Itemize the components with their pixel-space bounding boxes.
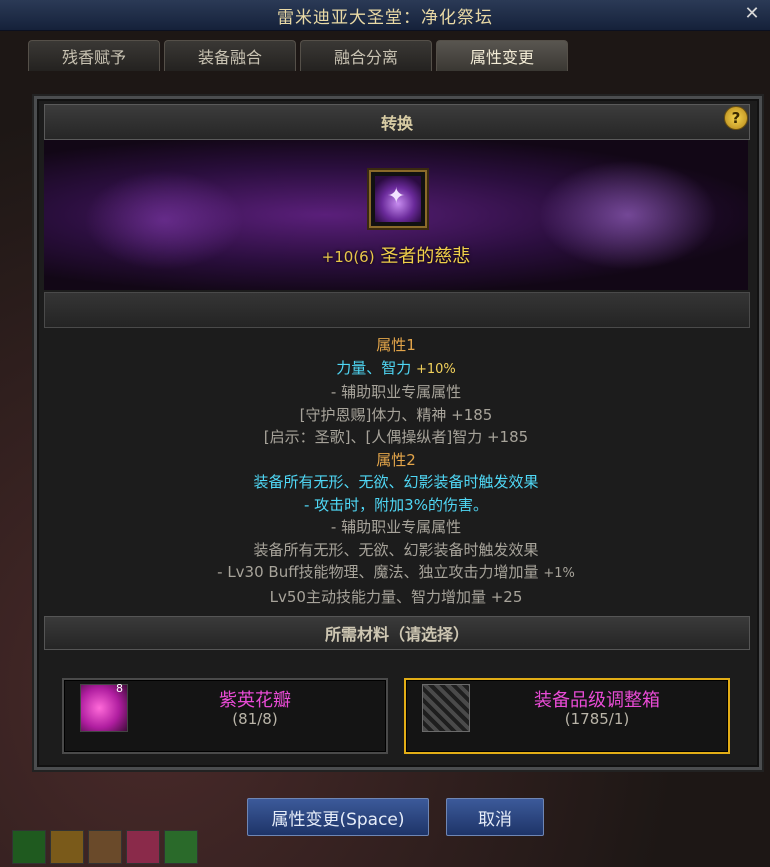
- tab-fragrance[interactable]: 残香赋予: [28, 40, 160, 71]
- material-name: 装备品级调整箱: [534, 690, 660, 711]
- attr2-line4: Lv50主动技能力量、智力增加量 +25: [269, 587, 523, 606]
- item-name-line: +10(6) 圣者的慈悲: [44, 242, 748, 268]
- divider-bar: [44, 292, 750, 328]
- attr1-line1: - 辅助职业专属属性: [330, 383, 462, 401]
- quick-slot-3-icon[interactable]: [88, 830, 122, 864]
- materials-header: 所需材料（请选择）: [44, 616, 750, 650]
- property-list: 属性1 力量、智力 +10% - 辅助职业专属属性 [守护恩赐]体力、精神 +1…: [44, 334, 748, 608]
- item-icon: [375, 176, 421, 222]
- cancel-button[interactable]: 取消: [446, 798, 544, 836]
- tab-fusion-separation[interactable]: 融合分离: [300, 40, 432, 71]
- attr1-main: 力量、智力 +10%: [44, 357, 748, 382]
- attr1-main-value: +10%: [416, 361, 456, 377]
- attr2-line3-value: +1%: [543, 566, 575, 581]
- window-title-bar[interactable]: 雷米迪亚大圣堂：净化祭坛 ✕: [0, 0, 770, 31]
- material-slot-petal[interactable]: 8 紫英花瓣 (81/8): [62, 678, 388, 754]
- attr1-line2: [守护恩赐]体力、精神 +185: [299, 405, 493, 424]
- attr2-line2: 装备所有无形、无欲、幻影装备时触发效果: [253, 540, 539, 559]
- item-banner: +10(6) 圣者的慈悲: [44, 140, 748, 290]
- quick-slot-bar: [12, 830, 198, 864]
- attr2-line1: - 辅助职业专属属性: [330, 518, 462, 536]
- attr1-main-text: 力量、智力: [336, 358, 412, 377]
- tab-bar: 残香赋予 装备融合 融合分离 属性变更: [28, 40, 568, 71]
- material-slot-box[interactable]: 装备品级调整箱 (1785/1): [404, 678, 730, 754]
- quick-slot-1-icon[interactable]: [12, 830, 46, 864]
- window-title: 雷米迪亚大圣堂：净化祭坛: [277, 7, 493, 28]
- materials-title: 所需材料（请选择）: [324, 625, 469, 644]
- section-title: 转换: [380, 114, 413, 133]
- attribute-change-button[interactable]: 属性变更(Space): [247, 798, 429, 836]
- help-icon[interactable]: ?: [724, 106, 748, 130]
- tab-attribute-change[interactable]: 属性变更: [436, 40, 568, 71]
- quick-slot-5-icon[interactable]: [164, 830, 198, 864]
- tab-equipment-fusion[interactable]: 装备融合: [164, 40, 296, 71]
- item-slot[interactable]: [369, 170, 427, 228]
- material-name: 紫英花瓣: [219, 690, 291, 711]
- attr1-line3: [启示：圣歌]、[人偶操纵者]智力 +185: [263, 428, 529, 446]
- attr2-line3-text: - Lv30 Buff技能物理、魔法、独立攻击力增加量: [217, 563, 539, 581]
- attr1-label: 属性1: [376, 336, 416, 354]
- material-count: (81/8): [232, 710, 278, 728]
- section-header: 转换: [44, 104, 750, 140]
- material-count: (1785/1): [564, 710, 630, 728]
- attr2-line3: - Lv30 Buff技能物理、魔法、独立攻击力增加量 +1%: [44, 561, 748, 586]
- quick-slot-4-icon[interactable]: [126, 830, 160, 864]
- attr2-label: 属性2: [376, 450, 416, 469]
- material-badge: 8: [116, 682, 123, 695]
- attr2-main1: 装备所有无形、无欲、幻影装备时触发效果: [253, 473, 539, 491]
- quick-slot-2-icon[interactable]: [50, 830, 84, 864]
- adjust-box-icon: [422, 684, 470, 732]
- item-name: 圣者的慈悲: [380, 246, 471, 267]
- close-icon[interactable]: ✕: [742, 4, 762, 24]
- item-enhance-level: +10(6): [321, 248, 375, 266]
- attr2-main2: - 攻击时，附加3%的伤害。: [304, 495, 488, 514]
